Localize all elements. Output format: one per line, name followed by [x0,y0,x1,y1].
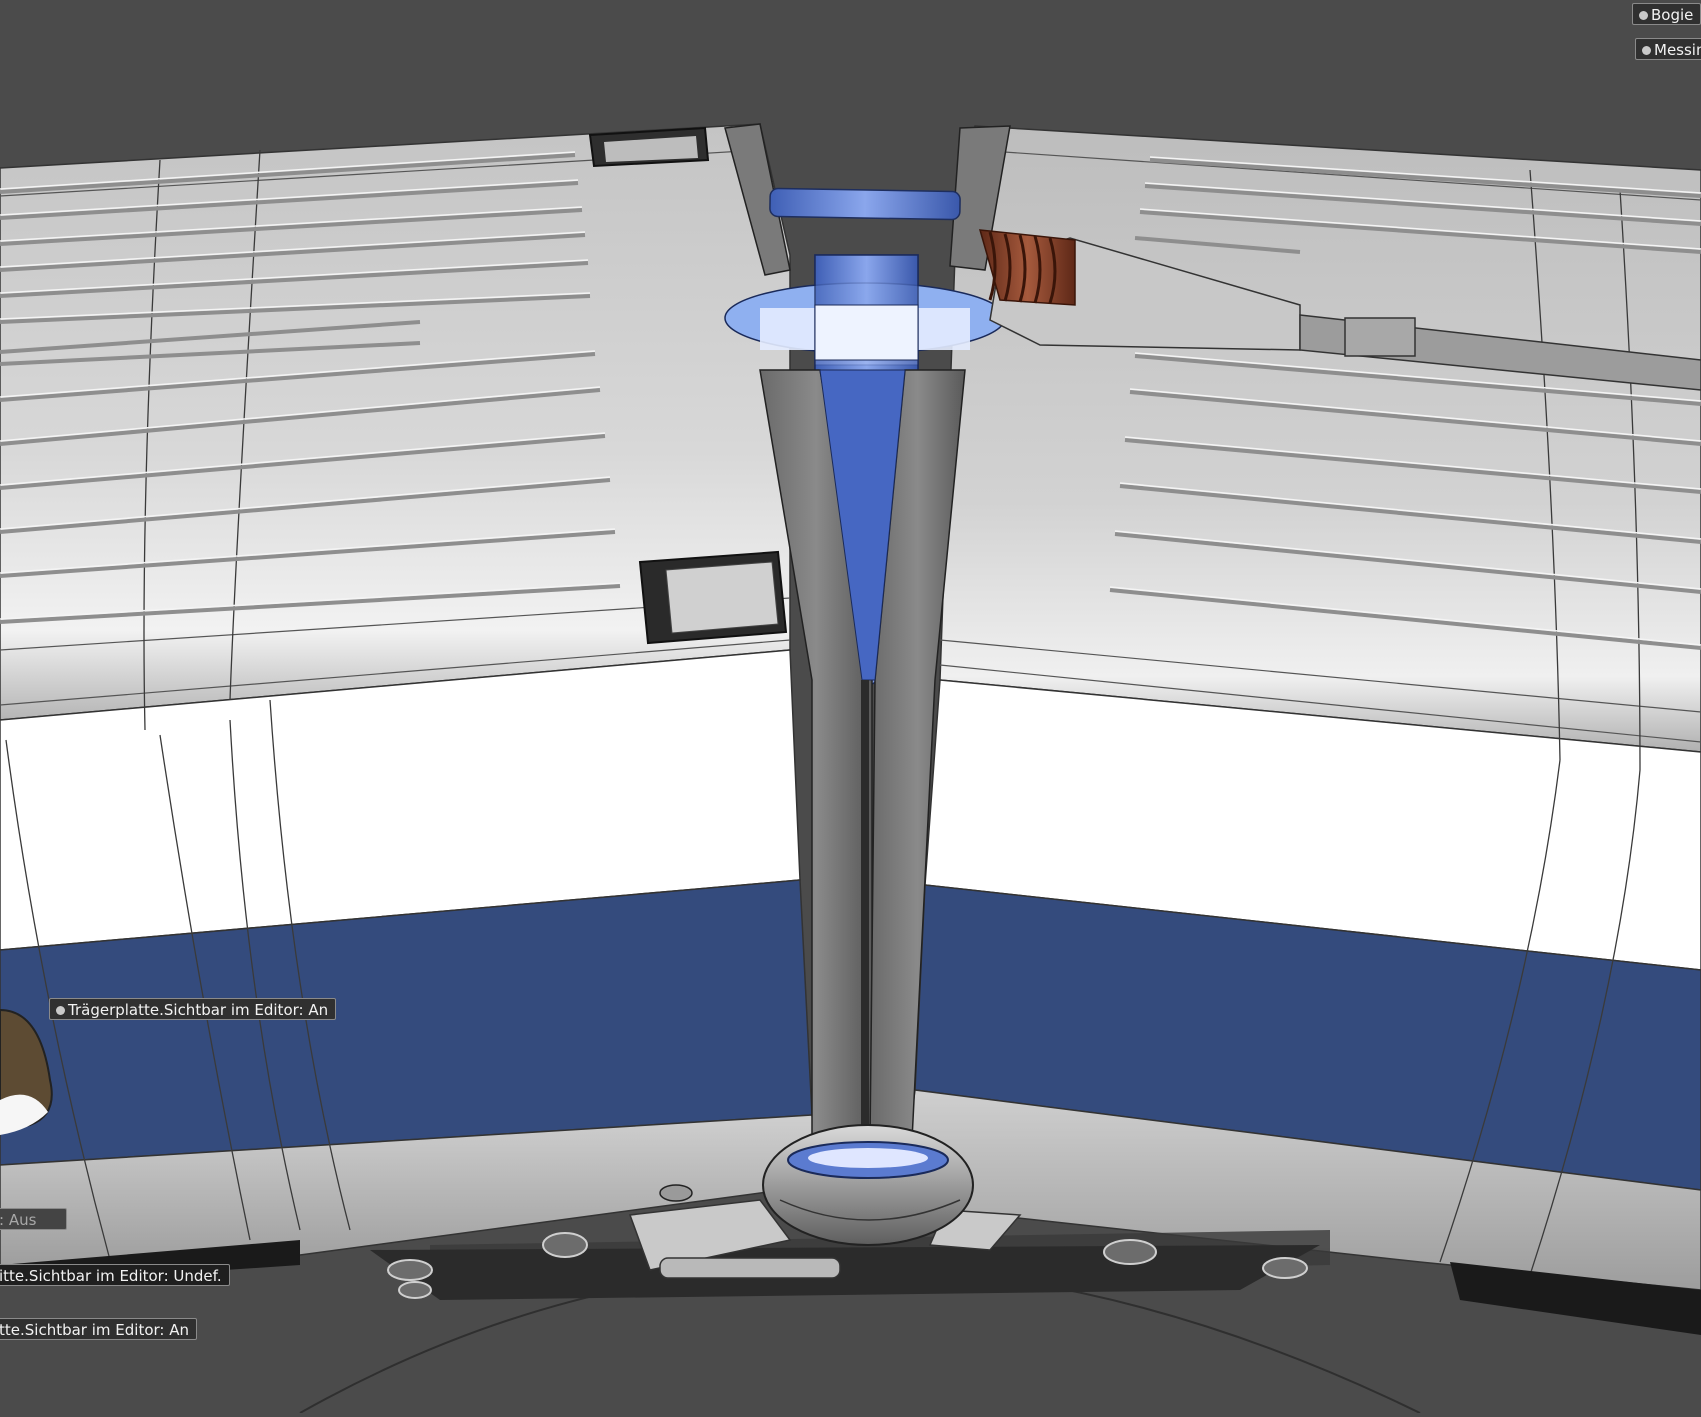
status-dot-icon [1642,46,1651,55]
label-undef-text: itte.Sichtbar im Editor: Undef. [0,1267,222,1285]
label-bogie[interactable]: Bogie [1632,3,1701,25]
status-dot-icon [56,1006,65,1015]
label-aus[interactable]: : Aus [0,1208,67,1230]
label-an-text: tte.Sichtbar im Editor: An [0,1321,189,1339]
label-undef[interactable]: itte.Sichtbar im Editor: Undef. [0,1264,230,1286]
label-traegerplatte[interactable]: Trägerplatte.Sichtbar im Editor: An [49,998,337,1020]
label-an[interactable]: tte.Sichtbar im Editor: An [0,1318,197,1340]
label-bogie-text: Bogie [1651,6,1694,24]
left-car-body[interactable] [0,123,821,1285]
label-messing-text: Messin [1654,41,1701,59]
3d-viewport[interactable]: Bogie Messin Trägerplatte.Sichtbar im Ed… [0,0,1701,1414]
label-traegerplatte-text: Trägerplatte.Sichtbar im Editor: An [68,1001,329,1019]
label-aus-text: : Aus [0,1211,37,1229]
status-dot-icon [1639,11,1648,20]
label-messing[interactable]: Messin [1635,38,1701,60]
viewport-scene [0,123,1701,1414]
